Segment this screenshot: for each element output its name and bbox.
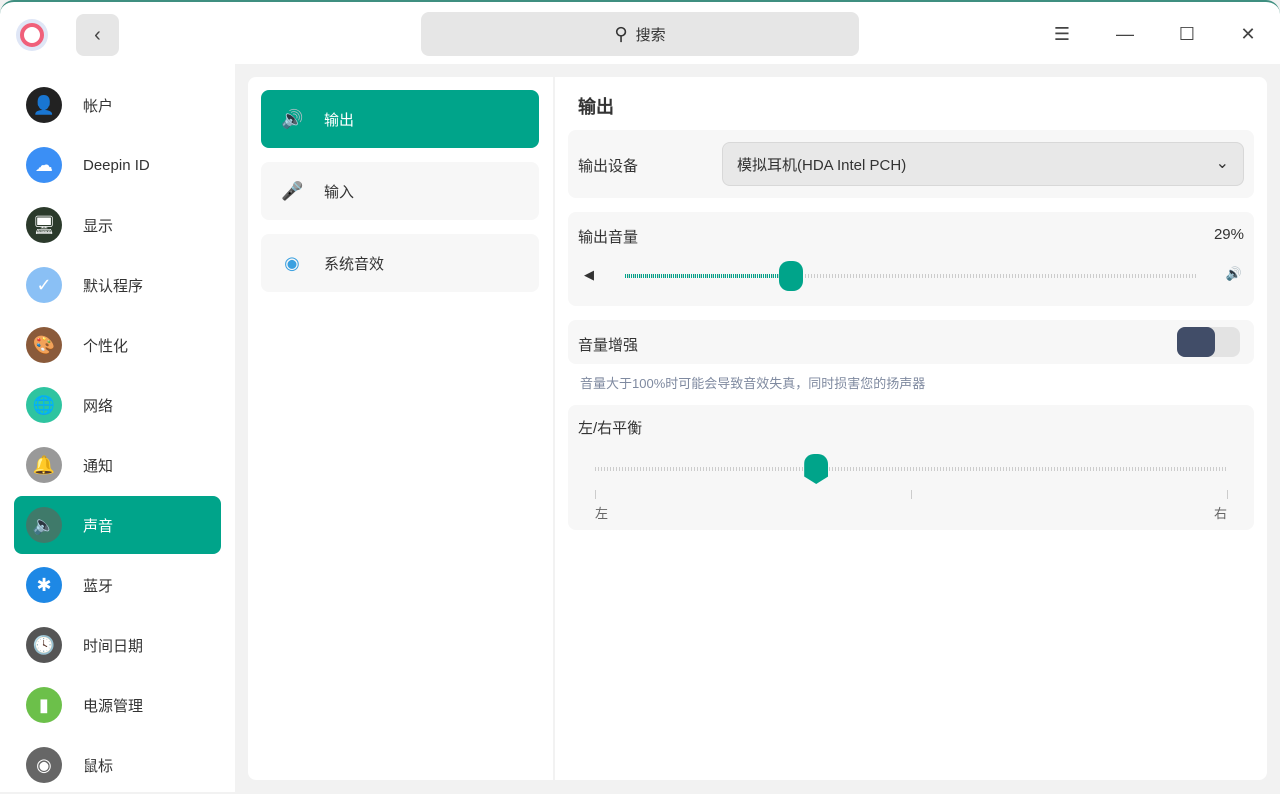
system-sound-icon: ◉ bbox=[284, 252, 300, 273]
sidebar-item-10[interactable]: ▮ 电源管理 bbox=[14, 676, 221, 734]
balance-left-label: 左 bbox=[595, 506, 609, 521]
output-volume-value: 29% bbox=[1213, 226, 1244, 243]
output-device-select[interactable]: 模拟耳机(HDA Intel PCH) ⌄ bbox=[722, 142, 1244, 186]
menu-button[interactable]: ☰ bbox=[1048, 20, 1076, 48]
output-device-card: 输出设备 模拟耳机(HDA Intel PCH) ⌄ bbox=[568, 130, 1254, 198]
nav-input[interactable]: 🎤 输入 bbox=[261, 162, 539, 220]
personalization-icon: 🎨 bbox=[26, 327, 62, 363]
titlebar: ‹ ⚲ 搜索 ☰ — ☐ ✕ bbox=[0, 0, 1280, 64]
output-device-label: 输出设备 bbox=[578, 158, 639, 175]
sidebar: 👤 帐户 ☁ Deepin ID 🖥 显示 ✓ 默认程序 🎨 个性化 🌐 网络 🔔 通知 🔈 声音 ✱ 蓝牙 🕓 时间… bbox=[0, 64, 235, 792]
control-center-logo-icon bbox=[16, 19, 48, 51]
sidebar-item-0[interactable]: 👤 帐户 bbox=[14, 76, 221, 134]
clock-icon: 🕓 bbox=[26, 627, 62, 663]
balance-right-label: 右 bbox=[1214, 506, 1228, 521]
balance-tick bbox=[595, 490, 596, 499]
volume-low-icon: ◀ bbox=[584, 267, 594, 282]
mouse-icon: ◉ bbox=[26, 747, 62, 783]
sidebar-item-8[interactable]: ✱ 蓝牙 bbox=[14, 556, 221, 614]
sidebar-item-4[interactable]: 🎨 个性化 bbox=[14, 316, 221, 374]
volume-boost-card: 音量增强 bbox=[568, 320, 1254, 364]
sidebar-item-label: 个性化 bbox=[83, 337, 129, 355]
search-icon: ⚲ bbox=[614, 23, 628, 44]
sidebar-item-label: 默认程序 bbox=[83, 277, 144, 295]
balance-tick bbox=[1227, 490, 1228, 499]
volume-boost-label: 音量增强 bbox=[578, 337, 639, 354]
volume-slider-fill bbox=[625, 274, 791, 278]
display-icon: 🖥 bbox=[26, 207, 62, 243]
sidebar-item-2[interactable]: 🖥 显示 bbox=[14, 196, 221, 254]
sidebar-item-6[interactable]: 🔔 通知 bbox=[14, 436, 221, 494]
toggle-knob bbox=[1177, 327, 1215, 357]
sidebar-item-label: Deepin ID bbox=[83, 156, 150, 174]
sidebar-item-label: 帐户 bbox=[83, 97, 114, 115]
output-device-value: 模拟耳机(HDA Intel PCH) bbox=[737, 156, 907, 174]
sidebar-item-label: 通知 bbox=[83, 457, 114, 475]
balance-slider-handle[interactable] bbox=[804, 454, 829, 484]
sidebar-item-1[interactable]: ☁ Deepin ID bbox=[14, 136, 221, 194]
sidebar-item-label: 鼠标 bbox=[83, 757, 114, 775]
speaker-output-icon: 🔊 bbox=[281, 108, 304, 129]
nav-label: 系统音效 bbox=[324, 255, 385, 273]
output-volume-label: 输出音量 bbox=[578, 229, 639, 246]
battery-icon: ▮ bbox=[26, 687, 62, 723]
output-panel: 输出 输出设备 模拟耳机(HDA Intel PCH) ⌄ 输出音量 29% ◀… bbox=[555, 77, 1267, 780]
sidebar-item-label: 蓝牙 bbox=[83, 577, 114, 595]
sidebar-item-3[interactable]: ✓ 默认程序 bbox=[14, 256, 221, 314]
microphone-icon: 🎤 bbox=[281, 180, 304, 201]
sidebar-item-9[interactable]: 🕓 时间日期 bbox=[14, 616, 221, 674]
default-apps-icon: ✓ bbox=[26, 267, 62, 303]
volume-slider-handle[interactable] bbox=[778, 261, 803, 291]
sidebar-item-label: 网络 bbox=[83, 397, 114, 415]
sidebar-item-label: 显示 bbox=[83, 217, 114, 235]
chevron-down-icon: ⌄ bbox=[1215, 155, 1229, 172]
nav-system-sound[interactable]: ◉ 系统音效 bbox=[261, 234, 539, 292]
volume-high-icon: 🔊 bbox=[1225, 266, 1242, 281]
sidebar-item-label: 时间日期 bbox=[83, 637, 144, 655]
close-button[interactable]: ✕ bbox=[1234, 20, 1262, 48]
nav-output[interactable]: 🔊 输出 bbox=[261, 90, 539, 148]
sound-subnav: 🔊 输出 🎤 输入 ◉ 系统音效 bbox=[248, 77, 553, 780]
sidebar-item-7[interactable]: 🔈 声音 bbox=[14, 496, 221, 554]
sidebar-item-label: 声音 bbox=[83, 517, 114, 535]
page-title: 输出 bbox=[578, 97, 614, 117]
sidebar-item-label: 电源管理 bbox=[83, 697, 144, 715]
nav-label: 输入 bbox=[324, 183, 355, 201]
minimize-button[interactable]: — bbox=[1111, 20, 1139, 48]
back-button[interactable]: ‹ bbox=[76, 14, 119, 56]
bluetooth-icon: ✱ bbox=[26, 567, 62, 603]
balance-label: 左/右平衡 bbox=[578, 420, 643, 437]
search-placeholder: 搜索 bbox=[635, 26, 666, 44]
balance-card: 左/右平衡 左 右 bbox=[568, 405, 1254, 530]
cloud-icon: ☁ bbox=[26, 147, 62, 183]
nav-label: 输出 bbox=[324, 111, 355, 129]
sidebar-item-11[interactable]: ◉ 鼠标 bbox=[14, 736, 221, 794]
sidebar-item-5[interactable]: 🌐 网络 bbox=[14, 376, 221, 434]
balance-tick bbox=[911, 490, 912, 499]
maximize-button[interactable]: ☐ bbox=[1173, 20, 1201, 48]
volume-boost-toggle[interactable] bbox=[1177, 327, 1240, 357]
output-volume-card: 输出音量 29% ◀ 🔊 bbox=[568, 212, 1254, 306]
balance-slider[interactable] bbox=[595, 454, 1227, 484]
speaker-icon: 🔈 bbox=[26, 507, 62, 543]
search-input[interactable]: ⚲ 搜索 bbox=[421, 12, 859, 56]
bell-icon: 🔔 bbox=[26, 447, 62, 483]
volume-slider[interactable] bbox=[625, 261, 1196, 291]
network-icon: 🌐 bbox=[26, 387, 62, 423]
account-icon: 👤 bbox=[26, 87, 62, 123]
volume-boost-hint: 音量大于100%时可能会导致音效失真，同时损害您的扬声器 bbox=[580, 376, 926, 391]
